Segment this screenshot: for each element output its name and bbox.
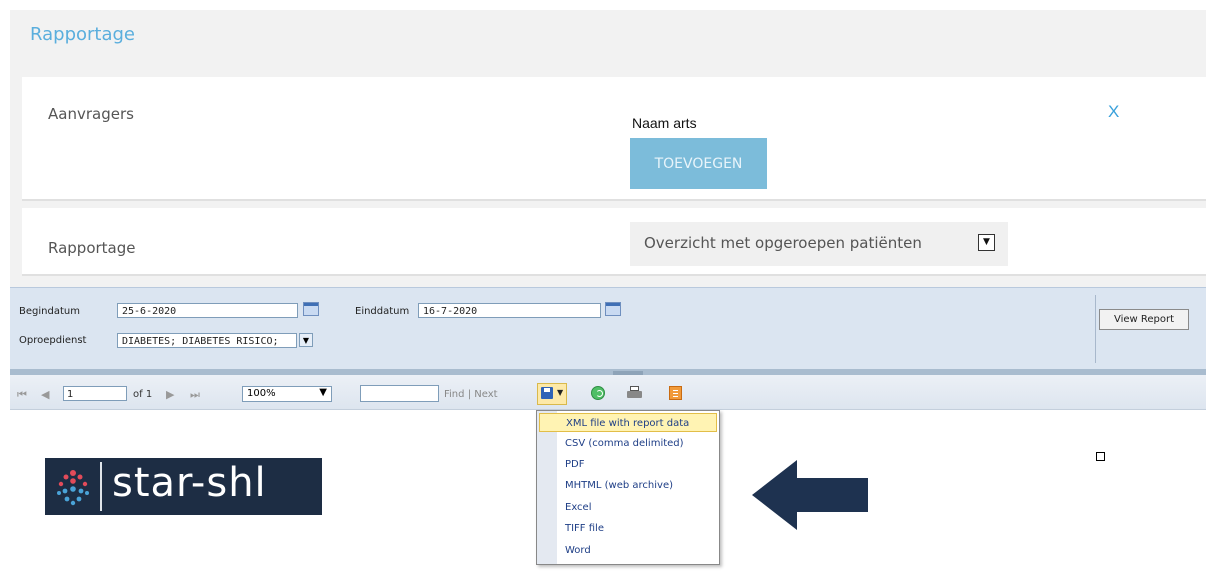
- begindatum-label: Begindatum: [19, 306, 80, 317]
- naam-arts-label: Naam arts: [632, 115, 697, 131]
- begindatum-input[interactable]: 25-6-2020: [117, 303, 298, 318]
- export-menu-item-tiff[interactable]: TIFF file: [539, 519, 717, 538]
- report-parameters: Begindatum 25-6-2020 Einddatum 16-7-2020…: [10, 287, 1206, 370]
- oproepdienst-label: Oproepdienst: [19, 335, 87, 346]
- page-title: Rapportage: [30, 24, 135, 45]
- save-icon: [541, 387, 553, 399]
- export-menu-item-excel[interactable]: Excel: [539, 498, 717, 517]
- report-select-value: Overzicht met opgeroepen patiënten: [644, 234, 922, 252]
- previous-page-icon[interactable]: ◀: [41, 388, 49, 401]
- logo-mark-icon: [57, 470, 89, 506]
- export-menu-item-xml[interactable]: XML file with report data: [539, 413, 717, 432]
- einddatum-input[interactable]: 16-7-2020: [418, 303, 601, 318]
- zoom-select[interactable]: 100% ▼: [242, 386, 332, 402]
- export-menu-item-mhtml[interactable]: MHTML (web archive): [539, 476, 717, 495]
- find-link[interactable]: Find: [444, 389, 465, 400]
- chevron-down-icon[interactable]: ▼: [299, 333, 313, 347]
- find-controls: Find | Next: [444, 389, 498, 400]
- print-layout-icon[interactable]: [669, 386, 682, 400]
- logo-text: star-shl: [112, 460, 267, 506]
- chevron-down-icon[interactable]: ▼: [978, 234, 995, 251]
- rapportage-card: Rapportage: [22, 208, 1206, 276]
- export-menu-item-word[interactable]: Word: [539, 541, 717, 560]
- page-number-input[interactable]: 1: [63, 386, 127, 401]
- aanvragers-card: Aanvragers: [22, 77, 1206, 201]
- find-input[interactable]: [360, 385, 439, 402]
- star-shl-logo: star-shl: [45, 458, 322, 515]
- export-menu-item-pdf[interactable]: PDF: [539, 455, 717, 474]
- calendar-icon[interactable]: [303, 302, 319, 316]
- last-page-icon[interactable]: ⏭: [190, 388, 200, 402]
- pointer-arrow-icon: [752, 460, 868, 530]
- find-separator: |: [467, 389, 472, 400]
- divider: [1095, 295, 1096, 363]
- zoom-value: 100%: [247, 388, 276, 399]
- checkbox[interactable]: [1096, 452, 1105, 461]
- next-page-icon[interactable]: ▶: [166, 388, 174, 401]
- calendar-icon[interactable]: [605, 302, 621, 316]
- einddatum-label: Einddatum: [355, 306, 410, 317]
- close-icon[interactable]: X: [1108, 102, 1119, 122]
- page-count: of 1: [133, 389, 153, 400]
- rapportage-label: Rapportage: [48, 239, 136, 257]
- view-report-button[interactable]: View Report: [1099, 309, 1189, 330]
- report-select[interactable]: Overzicht met opgeroepen patiënten ▼: [630, 222, 1008, 266]
- aanvragers-label: Aanvragers: [48, 105, 134, 123]
- oproepdienst-input[interactable]: DIABETES; DIABETES RISICO;: [117, 333, 297, 348]
- print-icon[interactable]: [627, 386, 642, 400]
- chevron-down-icon: ▼: [557, 388, 564, 397]
- find-next-link[interactable]: Next: [474, 389, 497, 400]
- first-page-icon[interactable]: ⏮: [17, 388, 27, 402]
- refresh-icon[interactable]: [591, 386, 605, 400]
- chevron-down-icon: ▼: [319, 387, 327, 398]
- logo-divider: [100, 462, 102, 511]
- export-menu: XML file with report data CSV (comma del…: [536, 410, 720, 565]
- export-menu-item-csv[interactable]: CSV (comma delimited): [539, 434, 717, 453]
- export-button[interactable]: ▼: [537, 383, 567, 405]
- add-button[interactable]: TOEVOEGEN: [630, 138, 767, 189]
